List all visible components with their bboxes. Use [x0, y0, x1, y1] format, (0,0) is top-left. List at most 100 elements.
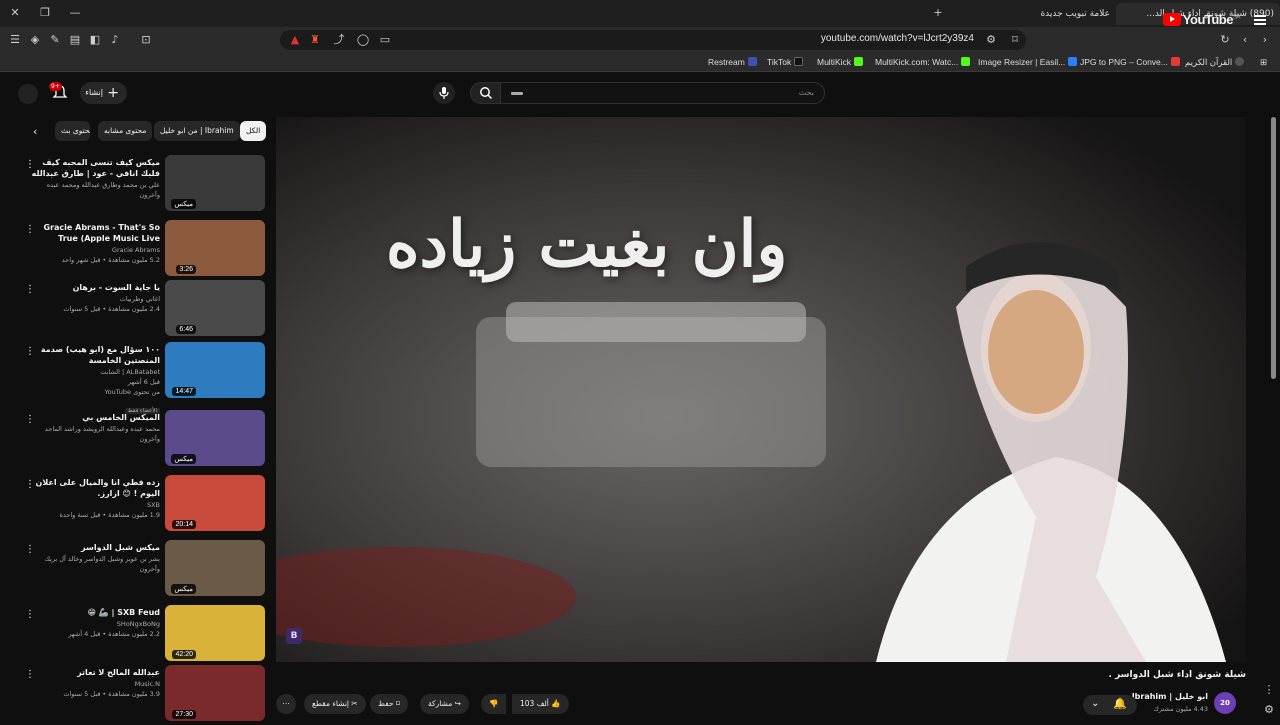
more-actions-button[interactable]: ⋯: [276, 694, 296, 714]
back-icon[interactable]: ›: [1258, 33, 1272, 47]
brave-shield-icon[interactable]: ♜: [308, 33, 322, 47]
new-tab-icon[interactable]: +: [931, 6, 945, 20]
shield-icon[interactable]: ◈: [28, 33, 42, 47]
video-title[interactable]: الميكس الخامس بي: [30, 412, 160, 423]
page-scrollbar[interactable]: [1271, 117, 1276, 379]
bookmark-multikick[interactable]: MultiKick: [817, 57, 864, 67]
channel-name[interactable]: Gracie Abrams: [30, 245, 160, 255]
cast-icon[interactable]: ▭: [378, 33, 392, 47]
video-title[interactable]: SXB Feud | 🦾 😁: [30, 607, 160, 618]
more-options-icon[interactable]: ⋮: [25, 284, 35, 295]
video-title[interactable]: ميكس كيف تنسى المحبه كيف فلبك انافي - عو…: [30, 157, 160, 179]
reload-icon[interactable]: ↻: [1218, 33, 1232, 47]
screenshot-icon[interactable]: ⊡: [139, 33, 153, 47]
video-meta: قبل 6 أشهر: [127, 378, 160, 386]
list-item[interactable]: 3:26 Gracie Abrams - That's So True (App…: [0, 220, 270, 280]
more-options-icon[interactable]: ⋮: [25, 609, 35, 620]
dots-icon[interactable]: ⋮: [1262, 683, 1276, 697]
youtube-logo[interactable]: YouTubeSA: [1162, 12, 1241, 27]
menu-icon[interactable]: ☰: [8, 33, 22, 47]
video-title[interactable]: ١٠٠ سؤال مع (ابو هيب) صدمة المنصتين الخا…: [30, 344, 160, 366]
bookmark-image-resizer[interactable]: Image Resizer | Easil...: [978, 57, 1078, 67]
dislike-button[interactable]: 👎: [481, 694, 507, 714]
more-options-icon[interactable]: ⋮: [25, 669, 35, 680]
list-item[interactable]: 20:14 زده فطي انا والميال على اعلان اليو…: [0, 475, 270, 535]
notifications-button[interactable]: 9+: [49, 82, 70, 102]
list-item[interactable]: 14:47 ١٠٠ سؤال مع (ابو هيب) صدمة المنصتي…: [0, 342, 270, 414]
chevron-left-icon[interactable]: ‹: [33, 125, 37, 138]
more-options-icon[interactable]: ⋮: [25, 544, 35, 555]
chip-from-channel[interactable]: من ابو خليل | Ibrahim: [154, 121, 240, 141]
bookmark-tiktok[interactable]: TikTok: [767, 57, 804, 67]
channel-name[interactable]: SHoNgxBoNg: [30, 619, 160, 629]
bookmark-jpg-to-png[interactable]: JPG to PNG – Conve...: [1080, 57, 1180, 67]
list-item[interactable]: 6:46 يا جاية السوت - برهان اغاني وطربيات 2…: [0, 280, 270, 340]
channel-name[interactable]: ALBatabet | الشابت: [30, 367, 160, 377]
music-icon[interactable]: ♪: [108, 33, 122, 47]
more-options-icon[interactable]: ⋮: [25, 159, 35, 170]
channel-name[interactable]: اغاني وطربيات: [30, 294, 160, 304]
more-horizontal-icon: ⋯: [282, 699, 290, 708]
list-item[interactable]: 27:30 عبدالله المالح لا تعاتر Music.N 3.9 …: [0, 665, 270, 725]
share-button[interactable]: مشاركة ↪: [420, 694, 469, 714]
create-button[interactable]: إنشاء +: [80, 82, 127, 104]
forward-icon[interactable]: ‹: [1238, 33, 1252, 47]
channel-name[interactable]: علي بن محمد وطارق عبدالله ومحمد عبده وآخ…: [30, 180, 160, 200]
list-item[interactable]: 42:20 SXB Feud | 🦾 😁 SHoNgxBoNg 2.2 مليون …: [0, 605, 270, 665]
account-avatar[interactable]: [18, 84, 38, 104]
clip-button[interactable]: إنشاء مقطع ✂: [304, 694, 366, 714]
video-title[interactable]: ميكس شبل الدواسر: [30, 542, 160, 553]
site-settings-icon[interactable]: ⚙: [984, 33, 998, 47]
video-player[interactable]: وان بغيت زياده B: [276, 117, 1246, 662]
restore-window-icon[interactable]: ❐: [38, 6, 52, 20]
bookmark-save-icon: ⌑: [395, 699, 400, 708]
bookmark-restream[interactable]: Restream: [708, 57, 757, 67]
video-title[interactable]: Gracie Abrams - That's So True (Apple Mu…: [30, 222, 160, 244]
url-text: youtube.com/watch?v=lJcrt2y39z4: [820, 33, 974, 44]
bookmark-icon[interactable]: ⌑: [1008, 33, 1022, 47]
more-options-icon[interactable]: ⋮: [25, 414, 35, 425]
more-options-icon[interactable]: ⋮: [25, 224, 35, 235]
duration-badge: 42:20: [172, 650, 196, 659]
channel-name[interactable]: بشر بن عوير وشبل الدواسر وخالد آل بريك و…: [30, 554, 160, 574]
minimize-window-icon[interactable]: —: [68, 6, 82, 20]
address-bar[interactable]: ▲ ♜ ⤴ ◯ ▭ youtube.com/watch?v=lJcrt2y39z…: [280, 30, 1026, 50]
video-title[interactable]: يا جاية السوت - برهان: [30, 282, 160, 293]
voice-search-button[interactable]: [433, 82, 455, 104]
channel-watermark[interactable]: B: [286, 628, 302, 644]
share-icon[interactable]: ⤴: [332, 33, 346, 47]
chip-stream[interactable]: محتوى بث: [55, 121, 90, 141]
search-input[interactable]: بحث: [500, 82, 825, 104]
duration-badge: 20:14: [172, 520, 196, 529]
save-button[interactable]: حفظ ⌑: [370, 694, 408, 714]
warning-icon[interactable]: ▲: [288, 33, 302, 47]
like-button[interactable]: 103 ألف 👍: [512, 694, 569, 714]
list-item[interactable]: ميكس ميكس شبل الدواسر بشر بن عوير وشبل ال…: [0, 540, 270, 600]
bookmark-quran[interactable]: القرآن الكريم: [1185, 57, 1245, 68]
more-options-icon[interactable]: ⋮: [25, 479, 35, 490]
close-window-icon[interactable]: ✕: [8, 6, 22, 20]
video-meta: 2.4 مليون مشاهدة • قبل 5 سنوات: [63, 305, 160, 313]
channel-name[interactable]: Music.N: [30, 679, 160, 689]
reader-icon[interactable]: ▤: [68, 33, 82, 47]
search-button[interactable]: [470, 82, 501, 104]
tab-new[interactable]: علامة تبويب جديدة: [1010, 3, 1110, 25]
settings-gear-icon[interactable]: ⚙: [1262, 703, 1276, 717]
video-title[interactable]: زده فطي انا والميال على اعلان اليوم ! 😊 …: [30, 477, 160, 499]
channel-name[interactable]: محمد عبده وعبدالله الرويشد وراشد الماجد …: [30, 424, 160, 444]
bookmark-multikick-watch[interactable]: MultiKick.com: Watc...: [875, 57, 971, 67]
sidebar-icon[interactable]: ◧: [88, 33, 102, 47]
brush-icon[interactable]: ✎: [48, 33, 62, 47]
channel-name[interactable]: SXB: [30, 500, 160, 510]
guide-menu-icon[interactable]: [1254, 15, 1266, 25]
video-title[interactable]: عبدالله المالح لا تعاتر: [30, 667, 160, 678]
apps-grid-icon[interactable]: ⊞: [1260, 57, 1267, 68]
list-item[interactable]: ميكس الميكس الخامس بي محمد عبده وعبدالله …: [0, 410, 270, 470]
chip-all[interactable]: الكل: [240, 121, 267, 141]
chip-similar[interactable]: محتوى مشابه: [98, 121, 153, 141]
list-item[interactable]: ميكس ميكس كيف تنسى المحبه كيف فلبك انافي…: [0, 155, 270, 215]
keyboard-icon[interactable]: [511, 92, 523, 95]
chat-icon[interactable]: ◯: [356, 33, 370, 47]
more-options-icon[interactable]: ⋮: [25, 346, 35, 357]
duration-badge: ميكس: [171, 454, 196, 464]
